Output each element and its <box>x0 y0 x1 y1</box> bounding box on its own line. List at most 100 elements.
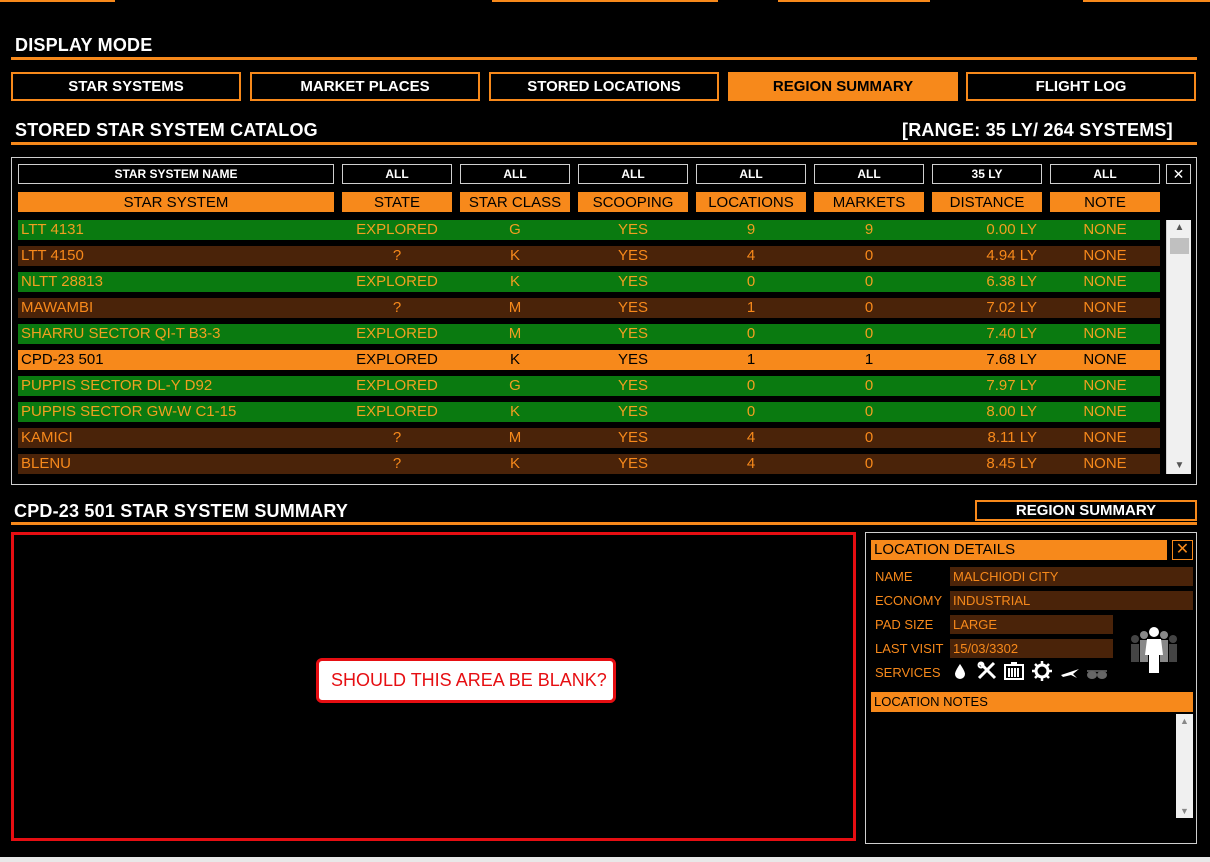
column-header-scooping[interactable]: SCOOPING <box>578 192 688 212</box>
filter-star-system-name[interactable]: STAR SYSTEM NAME <box>18 164 334 184</box>
cell-name: MAWAMBI <box>21 299 94 316</box>
cell-state: EXPLORED <box>356 403 438 420</box>
scroll-down-icon[interactable]: ▼ <box>1167 458 1192 474</box>
cell-scooping: YES <box>617 455 648 472</box>
filter-distance[interactable]: 35 LY <box>932 164 1042 184</box>
cell-name: KAMICI <box>21 429 73 446</box>
summary-title: CPD-23 501 STAR SYSTEM SUMMARY <box>14 501 349 521</box>
table-row[interactable]: LTT 4131 EXPLORED G YES 9 9 0.00 LY NONE <box>18 220 1160 240</box>
catalog-scrollbar[interactable]: ▲ ▼ <box>1166 220 1191 474</box>
cell-class: M <box>508 325 522 342</box>
cell-state: EXPLORED <box>356 325 438 342</box>
cell-name: PUPPIS SECTOR GW-W C1-15 <box>21 403 237 420</box>
notes-scroll-up-icon[interactable]: ▲ <box>1176 714 1193 728</box>
table-row[interactable]: BLENU? K YES 4 0 8.45 LY NONE <box>18 454 1160 474</box>
cell-markets: 0 <box>864 429 874 446</box>
table-row[interactable]: KAMICI? M YES 4 0 8.11 LY NONE <box>18 428 1160 448</box>
table-row[interactable]: NLTT 28813 EXPLORED K YES 0 0 6.38 LY NONE <box>18 272 1160 292</box>
scrollbar-thumb[interactable] <box>1170 238 1189 254</box>
cell-state: ? <box>392 247 402 264</box>
cell-locations: 1 <box>746 351 756 368</box>
cell-name: LTT 4150 <box>21 247 84 264</box>
cell-note: NONE <box>1083 429 1127 446</box>
cell-locations: 1 <box>746 299 756 316</box>
tab-region-summary[interactable]: REGION SUMMARY <box>728 72 958 101</box>
filter-markets[interactable]: ALL <box>814 164 924 184</box>
rearm-icon <box>1004 662 1024 685</box>
cell-scooping: YES <box>617 351 648 368</box>
notes-scrollbar[interactable]: ▲ ▼ <box>1176 714 1193 818</box>
location-notes-title: LOCATION NOTES <box>871 692 1193 712</box>
cell-name: PUPPIS SECTOR DL-Y D92 <box>21 377 213 394</box>
catalog-range: [RANGE: 35 LY/ 264 SYSTEMS] <box>902 120 1173 140</box>
name-value: MALCHIODI CITY <box>950 567 1193 586</box>
table-row[interactable]: PUPPIS SECTOR DL-Y D92 EXPLORED G YES 0 0 7.97… <box>18 376 1160 396</box>
cell-locations: 9 <box>746 221 756 238</box>
cell-scooping: YES <box>617 377 648 394</box>
cell-locations: 4 <box>746 429 756 446</box>
table-row[interactable]: PUPPIS SECTOR GW-W C1-15 EXPLORED K YES 0 0 8.… <box>18 402 1160 422</box>
scroll-up-icon[interactable]: ▲ <box>1167 220 1192 236</box>
cell-locations: 4 <box>746 455 756 472</box>
column-header-distance[interactable]: DISTANCE <box>932 192 1042 212</box>
callout-annotation: SHOULD THIS AREA BE BLANK? <box>316 658 616 703</box>
tab-flight-log[interactable]: FLIGHT LOG <box>966 72 1196 101</box>
location-notes-textarea[interactable] <box>871 714 1176 818</box>
cell-state: EXPLORED <box>356 221 438 238</box>
notes-scroll-down-icon[interactable]: ▼ <box>1176 804 1193 818</box>
cell-markets: 0 <box>864 273 874 290</box>
cell-markets: 1 <box>864 351 874 368</box>
column-header-markets[interactable]: MARKETS <box>814 192 924 212</box>
filter-locations[interactable]: ALL <box>696 164 806 184</box>
filter-state[interactable]: ALL <box>342 164 452 184</box>
column-header-note[interactable]: NOTE <box>1050 192 1160 212</box>
cell-class: K <box>509 403 520 420</box>
economy-label: ECONOMY <box>875 593 943 608</box>
cell-locations: 0 <box>746 377 756 394</box>
cell-state: EXPLORED <box>356 377 438 394</box>
cell-scooping: YES <box>617 247 648 264</box>
table-row[interactable]: CPD-23 501 EXPLORED K YES 1 1 7.68 LY NONE <box>18 350 1160 370</box>
column-header-locations[interactable]: LOCATIONS <box>696 192 806 212</box>
cell-scooping: YES <box>617 403 648 420</box>
cell-class: K <box>509 247 520 264</box>
cell-locations: 0 <box>746 403 756 420</box>
cell-note: NONE <box>1083 377 1127 394</box>
pad-size-label: PAD SIZE <box>875 617 934 632</box>
cell-class: M <box>508 429 522 446</box>
table-row[interactable]: LTT 4150? K YES 4 0 4.94 LY NONE <box>18 246 1160 266</box>
refuel-icon <box>952 663 968 684</box>
pad-size-value: LARGE <box>950 615 1113 634</box>
repair-icon <box>976 661 998 686</box>
summary-rule <box>11 522 1197 525</box>
cell-locations: 0 <box>746 273 756 290</box>
close-icon[interactable]: ✕ <box>1172 540 1193 560</box>
cell-state: EXPLORED <box>356 273 438 290</box>
cell-name: CPD-23 501 <box>21 351 104 368</box>
tab-market-places[interactable]: MARKET PLACES <box>250 72 480 101</box>
location-details-title: LOCATION DETAILS <box>871 540 1167 560</box>
table-row[interactable]: MAWAMBI? M YES 1 0 7.02 LY NONE <box>18 298 1160 318</box>
cell-class: K <box>509 351 520 368</box>
column-header-state[interactable]: STATE <box>342 192 452 212</box>
tab-star-systems[interactable]: STAR SYSTEMS <box>11 72 241 101</box>
bottom-edge <box>0 857 1210 862</box>
display-mode-rule <box>11 57 1197 60</box>
tab-stored-locations[interactable]: STORED LOCATIONS <box>489 72 719 101</box>
clear-filters-button[interactable]: ✕ <box>1166 164 1191 184</box>
blackmarket-icon <box>1085 664 1109 685</box>
cell-markets: 0 <box>864 455 874 472</box>
cell-distance: 8.11 LY <box>987 429 1037 446</box>
cell-scooping: YES <box>617 221 648 238</box>
filter-note[interactable]: ALL <box>1050 164 1160 184</box>
cell-distance: 8.45 LY <box>986 455 1037 472</box>
cell-markets: 9 <box>864 221 874 238</box>
region-summary-button[interactable]: REGION SUMMARY <box>975 500 1197 521</box>
filter-star-class[interactable]: ALL <box>460 164 570 184</box>
column-header-star-system[interactable]: STAR SYSTEM <box>18 192 334 212</box>
table-row[interactable]: SHARRU SECTOR QI-T B3-3 EXPLORED M YES 0 0 7.4… <box>18 324 1160 344</box>
cell-markets: 0 <box>864 377 874 394</box>
column-header-star-class[interactable]: STAR CLASS <box>460 192 570 212</box>
filter-scooping[interactable]: ALL <box>578 164 688 184</box>
display-mode-title: DISPLAY MODE <box>15 35 153 55</box>
